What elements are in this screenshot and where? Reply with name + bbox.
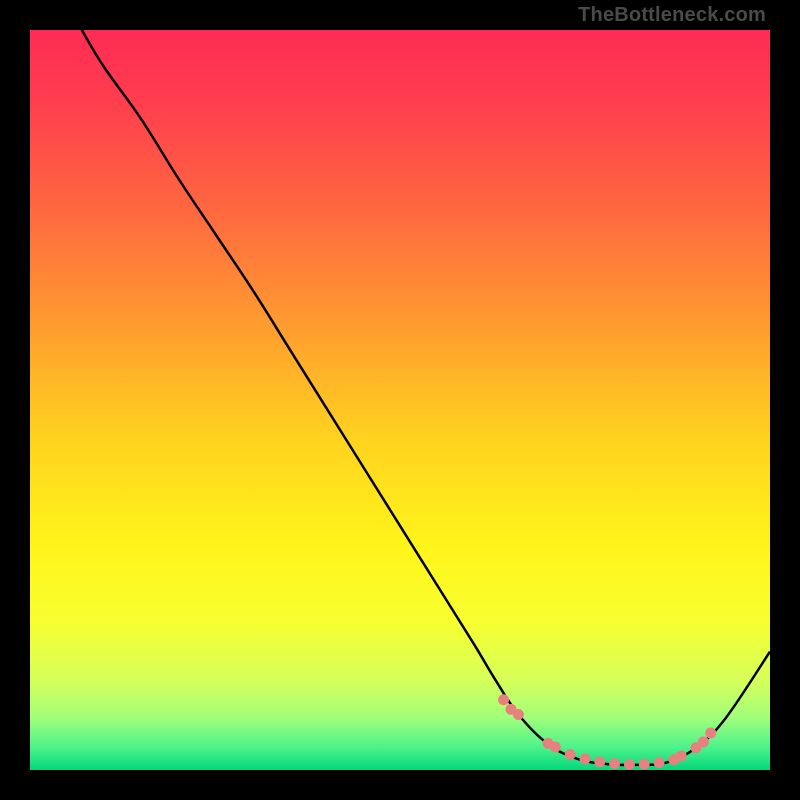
marker-dot xyxy=(676,750,687,761)
marker-dot xyxy=(565,749,576,760)
marker-dot xyxy=(513,709,524,720)
marker-dot xyxy=(639,759,650,770)
marker-dot xyxy=(594,756,605,767)
marker-dot xyxy=(609,758,620,769)
bottleneck-chart xyxy=(30,30,770,770)
marker-dot xyxy=(550,742,561,753)
marker-dot xyxy=(705,728,716,739)
chart-frame xyxy=(30,30,770,770)
attribution-text: TheBottleneck.com xyxy=(578,4,766,27)
marker-dot xyxy=(698,736,709,747)
marker-dot xyxy=(580,753,591,764)
gradient-background xyxy=(30,30,770,770)
marker-dot xyxy=(654,757,665,768)
marker-dot xyxy=(624,759,635,770)
marker-dot xyxy=(498,694,509,705)
